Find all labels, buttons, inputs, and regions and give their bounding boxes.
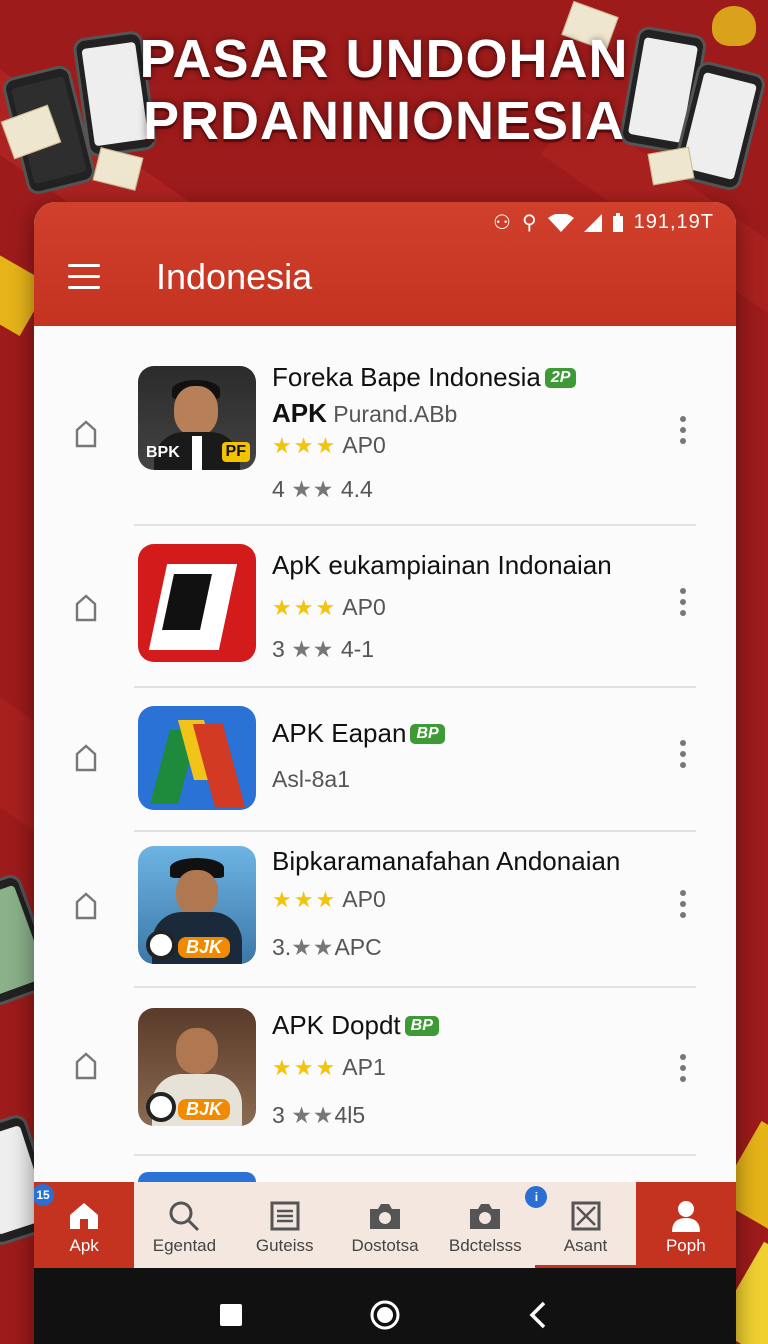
wifi-icon: [547, 213, 574, 232]
bookmark-icon[interactable]: [74, 1052, 98, 1080]
app-score: 4 ★★ 4.4: [272, 476, 373, 502]
app-rating: ★★★ AP1: [272, 1054, 386, 1080]
more-options-icon[interactable]: [678, 890, 688, 924]
nav-label: Egentad: [152, 1236, 217, 1255]
status-time: 191,19T: [633, 211, 714, 233]
back-chevron-icon: [529, 1301, 546, 1329]
signal-icon: [583, 213, 602, 232]
nav-label: Apk: [69, 1236, 99, 1255]
star-rating-icon: ★★★: [272, 433, 338, 458]
nav-item-camera-2[interactable]: Bdctelsss i: [435, 1182, 548, 1268]
list-item[interactable]: ApK eukampiainan Indonaian ★★★ AP0 3 ★★ …: [34, 526, 736, 688]
bluetooth-icon: ⚇: [493, 212, 512, 234]
bookmark-icon[interactable]: [74, 594, 98, 622]
app-thumbnail: [138, 706, 256, 810]
app-title: APK Eapan BP: [272, 718, 445, 749]
bookmark-icon[interactable]: [74, 744, 98, 772]
menu-button[interactable]: [68, 264, 100, 290]
thumb-label: BJK: [178, 1099, 231, 1120]
banner-title: PASAR UNDOHAN PRDANINIONESIA: [0, 28, 768, 152]
app-thumbnail: BJK: [138, 846, 256, 964]
app-thumbnail: BPK PF: [138, 366, 256, 470]
thumb-tag: PF: [221, 442, 250, 462]
app-rating: ★★★ AP0: [272, 432, 386, 458]
nav-label: Asant: [563, 1236, 608, 1255]
star-icon: ★★: [291, 476, 335, 502]
square-icon: [220, 1304, 242, 1326]
record-icon: [146, 1092, 176, 1122]
nav-label: Poph: [665, 1236, 706, 1255]
circle-icon: [370, 1300, 400, 1330]
home-icon: [70, 1203, 99, 1229]
divider: [134, 1154, 696, 1156]
app-score: 3 ★★ 4-1: [272, 636, 375, 662]
banner-title-line1: PASAR UNDOHAN: [139, 29, 629, 89]
recent-apps-button[interactable]: [211, 1295, 251, 1335]
close-box-icon: [571, 1201, 601, 1231]
system-nav-bar: [34, 1268, 736, 1344]
camera-icon: [369, 1204, 400, 1229]
app-title: Bipkaramanafahan Andonaian: [272, 846, 621, 876]
bottom-nav: Apk 15 Egentad Guteiss Dostotsa Bdctelss…: [34, 1182, 736, 1268]
search-icon: [169, 1201, 200, 1232]
app-title: Foreka Bape Indonesia 2P: [272, 362, 577, 393]
phone-screen: ⚇ ⚲ 191,19T Indonesia BPK PF Foreka Bape…: [34, 202, 736, 1344]
list-item[interactable]: APK Eapan BP Asl-8a1: [34, 688, 736, 832]
nav-label: Dostotsa: [351, 1236, 419, 1255]
nav-item-search[interactable]: Egentad: [134, 1182, 234, 1268]
star-rating-icon: ★★★: [272, 887, 338, 912]
app-thumbnail: [138, 544, 256, 662]
bookmark-icon[interactable]: [74, 892, 98, 920]
back-button[interactable]: [519, 1295, 559, 1335]
app-score: 3.★★APC: [272, 934, 382, 960]
star-rating-icon: ★★★: [272, 595, 338, 620]
hamburger-icon: [68, 264, 100, 267]
app-thumbnail: BJK: [138, 1008, 256, 1126]
star-icon: ★★: [291, 934, 335, 960]
nav-label: Bdctelsss: [448, 1236, 522, 1255]
star-icon: ★★: [291, 636, 335, 662]
nav-item-profile[interactable]: Poph: [635, 1182, 736, 1268]
app-badge: BP: [410, 724, 445, 744]
record-icon: [146, 930, 176, 960]
page-title: Indonesia: [156, 256, 313, 297]
more-options-icon[interactable]: [678, 588, 688, 622]
app-subtitle: APK Purand.ABb: [272, 398, 458, 428]
thumb-label: BJK: [178, 937, 231, 958]
star-rating-icon: ★★★: [272, 1055, 338, 1080]
app-list: BPK PF Foreka Bape Indonesia 2P APK Puran…: [34, 326, 736, 1182]
nav-item-list[interactable]: Guteiss: [235, 1182, 335, 1268]
alarm-icon: ⚲: [521, 212, 538, 234]
nav-label: Guteiss: [255, 1236, 314, 1255]
more-options-icon[interactable]: [678, 1054, 688, 1088]
app-bar: ⚇ ⚲ 191,19T Indonesia: [34, 202, 736, 326]
nav-item-camera-1[interactable]: Dostotsa: [335, 1182, 435, 1268]
thumb-brand: BPK: [146, 444, 180, 461]
list-item[interactable]: BJK APK Dopdt BP ★★★ AP1 3 ★★4l5: [34, 988, 736, 1156]
app-rating: ★★★ AP0: [272, 886, 386, 912]
app-title: ApK eukampiainan Indonaian: [272, 550, 612, 580]
more-options-icon[interactable]: [678, 740, 688, 774]
more-options-icon[interactable]: [678, 416, 688, 450]
app-badge: 2P: [544, 368, 577, 388]
list-item-partial: [138, 1172, 256, 1182]
app-title: APK Dopdt BP: [272, 1010, 439, 1041]
battery-icon: [612, 212, 623, 232]
app-subtitle: Asl-8a1: [272, 766, 350, 792]
list-icon: [270, 1201, 300, 1231]
list-item[interactable]: BJK Bipkaramanafahan Andonaian ★★★ AP0 3…: [34, 830, 736, 988]
nav-item-asant[interactable]: Asant: [535, 1182, 636, 1268]
profile-icon: [671, 1201, 700, 1232]
home-button[interactable]: [365, 1295, 405, 1335]
app-badge: BP: [404, 1016, 439, 1036]
banner-title-line2: PRDANINIONESIA: [142, 91, 626, 151]
star-icon: ★★: [291, 1102, 335, 1128]
status-bar: ⚇ ⚲ 191,19T: [493, 210, 714, 235]
app-score: 3 ★★4l5: [272, 1102, 366, 1128]
camera-icon: [470, 1204, 501, 1229]
app-rating: ★★★ AP0: [272, 594, 386, 620]
list-item[interactable]: BPK PF Foreka Bape Indonesia 2P APK Puran…: [34, 326, 736, 526]
nav-item-apk[interactable]: Apk 15: [34, 1182, 135, 1268]
bookmark-icon[interactable]: [74, 420, 98, 448]
